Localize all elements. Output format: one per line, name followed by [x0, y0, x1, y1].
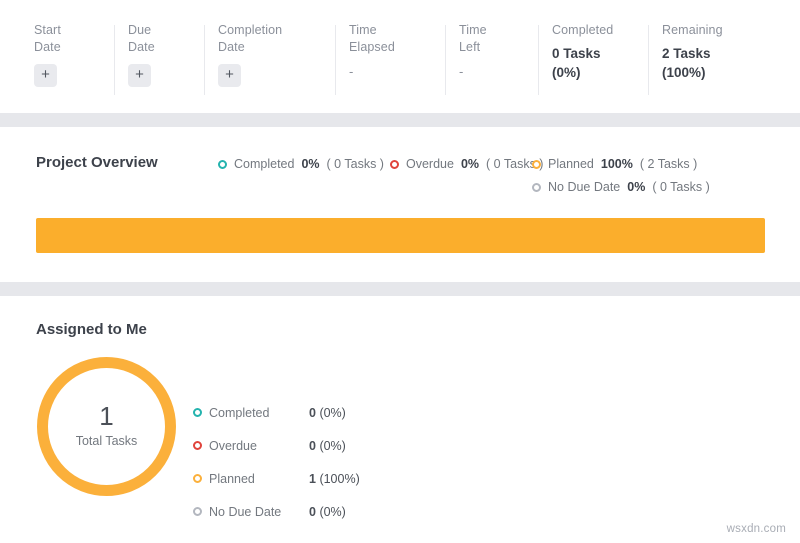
assigned-completed-status-dot-icon [193, 408, 202, 417]
planned-status-dot-icon [532, 160, 541, 169]
summary-col-time-elapsed: Time Elapsed - [335, 22, 445, 96]
completed-label: Completed [552, 22, 632, 39]
assigned-to-me-card: Assigned to Me 1 Total Tasks Completed 0… [0, 296, 800, 543]
remaining-value: 2 Tasks (100%) [662, 44, 752, 82]
legend-item-planned[interactable]: Planned 100% ( 2 Tasks ) [532, 155, 732, 173]
assigned-overdue-name: Overdue [209, 439, 309, 453]
legend-item-completed[interactable]: Completed 0% ( 0 Tasks ) [218, 155, 390, 173]
legend-overdue-name: Overdue [406, 155, 454, 173]
donut-total-value: 1 [99, 401, 113, 431]
time-elapsed-value: - [349, 63, 429, 81]
legend-item-overdue[interactable]: Overdue 0% ( 0 Tasks ) [390, 155, 532, 173]
assigned-no-due-date-name: No Due Date [209, 505, 309, 519]
project-overview-title: Project Overview [36, 153, 218, 173]
assigned-planned-percent: (100%) [319, 472, 359, 486]
project-overview-legend: Completed 0% ( 0 Tasks ) Overdue 0% ( 0 … [218, 153, 800, 196]
assigned-overdue-percent: (0%) [319, 439, 345, 453]
legend-completed-count: ( 0 Tasks ) [327, 155, 384, 173]
legend-no-due-date-name: No Due Date [548, 178, 620, 196]
assigned-no-due-date-value: 0 [309, 505, 316, 519]
completion-date-label: Completion Date [218, 22, 319, 56]
legend-completed-percent: 0% [301, 155, 319, 173]
site-watermark: wsxdn.com [727, 523, 786, 535]
legend-planned-percent: 100% [601, 155, 633, 173]
summary-col-start-date: Start Date + [22, 22, 114, 96]
assigned-no-due-date-status-dot-icon [193, 507, 202, 516]
assigned-completed-value: 0 [309, 406, 316, 420]
task-summary-card: Start Date + Due Date + Completion Date … [0, 0, 800, 113]
summary-col-due-date: Due Date + [114, 22, 204, 96]
legend-planned-count: ( 2 Tasks ) [640, 155, 697, 173]
assigned-legend-item-completed[interactable]: Completed 0 (0%) [193, 396, 360, 429]
progress-segment-planned [36, 218, 765, 253]
add-due-date-button[interactable]: + [128, 64, 151, 87]
assigned-tasks-donut-chart[interactable]: 1 Total Tasks [36, 356, 177, 497]
due-date-label: Due Date [128, 22, 188, 56]
assigned-overdue-value: 0 [309, 439, 316, 453]
assigned-planned-value: 1 [309, 472, 316, 486]
legend-group-overdue: Overdue 0% ( 0 Tasks ) [390, 155, 532, 196]
legend-group-completed: Completed 0% ( 0 Tasks ) [218, 155, 390, 196]
time-left-label: Time Left [459, 22, 522, 56]
summary-col-completion-date: Completion Date + [204, 22, 335, 96]
add-completion-date-button[interactable]: + [218, 64, 241, 87]
completed-status-dot-icon [218, 160, 227, 169]
assigned-legend-item-planned[interactable]: Planned 1 (100%) [193, 462, 360, 495]
remaining-label: Remaining [662, 22, 752, 39]
assigned-legend-item-overdue[interactable]: Overdue 0 (0%) [193, 429, 360, 462]
legend-planned-name: Planned [548, 155, 594, 173]
assigned-planned-status-dot-icon [193, 474, 202, 483]
assigned-completed-percent: (0%) [319, 406, 345, 420]
completed-value: 0 Tasks (0%) [552, 44, 632, 82]
time-elapsed-label: Time Elapsed [349, 22, 429, 56]
add-start-date-button[interactable]: + [34, 64, 57, 87]
assigned-planned-name: Planned [209, 472, 309, 486]
legend-group-planned: Planned 100% ( 2 Tasks ) No Due Date 0% … [532, 155, 732, 196]
overdue-status-dot-icon [390, 160, 399, 169]
assigned-legend-item-no-due-date[interactable]: No Due Date 0 (0%) [193, 495, 360, 528]
legend-item-no-due-date[interactable]: No Due Date 0% ( 0 Tasks ) [532, 178, 732, 196]
summary-col-remaining: Remaining 2 Tasks (100%) [648, 22, 768, 96]
assigned-completed-name: Completed [209, 406, 309, 420]
assigned-to-me-body: 1 Total Tasks Completed 0 (0%) Overdue 0… [0, 340, 800, 530]
legend-overdue-percent: 0% [461, 155, 479, 173]
project-overview-card: Project Overview Completed 0% ( 0 Tasks … [0, 127, 800, 282]
summary-col-completed: Completed 0 Tasks (0%) [538, 22, 648, 96]
project-progress-bar[interactable] [36, 218, 765, 253]
project-overview-header: Project Overview Completed 0% ( 0 Tasks … [0, 127, 800, 196]
no-due-date-status-dot-icon [532, 183, 541, 192]
time-left-value: - [459, 63, 522, 81]
assigned-overdue-status-dot-icon [193, 441, 202, 450]
summary-columns: Start Date + Due Date + Completion Date … [22, 0, 800, 113]
donut-total-caption: Total Tasks [76, 432, 138, 450]
donut-center-label: 1 Total Tasks [36, 356, 177, 497]
legend-no-due-date-count: ( 0 Tasks ) [652, 178, 709, 196]
assigned-to-me-title: Assigned to Me [0, 296, 800, 340]
summary-col-time-left: Time Left - [445, 22, 538, 96]
legend-no-due-date-percent: 0% [627, 178, 645, 196]
assigned-to-me-legend: Completed 0 (0%) Overdue 0 (0%) Planned … [193, 396, 360, 528]
dashboard-page: Start Date + Due Date + Completion Date … [0, 0, 800, 543]
start-date-label: Start Date [34, 22, 98, 56]
assigned-no-due-date-percent: (0%) [319, 505, 345, 519]
legend-completed-name: Completed [234, 155, 294, 173]
